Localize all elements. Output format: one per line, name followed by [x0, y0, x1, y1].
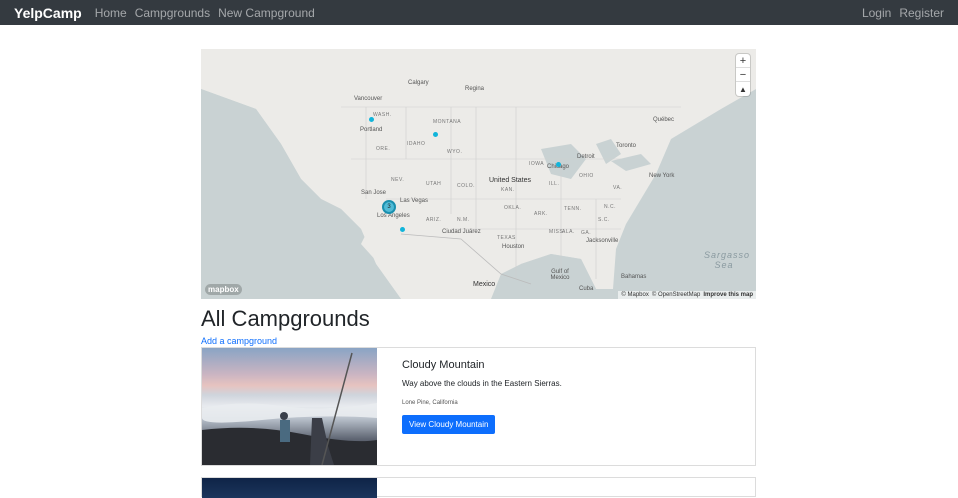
state-label: ARIZ.	[426, 217, 442, 223]
campground-card	[201, 477, 756, 498]
map-controls: + − ▲	[736, 54, 750, 96]
nav-campgrounds[interactable]: Campgrounds	[135, 6, 210, 20]
state-label: UTAH	[426, 181, 442, 187]
mapbox-logo[interactable]: mapbox	[205, 284, 242, 295]
attribution-osm[interactable]: © OpenStreetMap	[652, 292, 700, 298]
label-jacksonville: Jacksonville	[586, 238, 619, 244]
label-detroit: Detroit	[577, 154, 595, 160]
label-losangeles: Los Angeles	[377, 213, 410, 219]
zoom-in-button[interactable]: +	[736, 54, 750, 68]
attribution-mapbox[interactable]: © Mapbox	[621, 292, 648, 298]
cluster-map[interactable]: Vancouver Calgary Regina Québec Portland…	[201, 49, 756, 299]
add-campground-link[interactable]: Add a campground	[201, 336, 277, 346]
campground-location: Lone Pine, California	[402, 400, 458, 406]
label-quebec: Québec	[653, 117, 675, 123]
nav-home[interactable]: Home	[95, 6, 127, 20]
state-label: GA.	[581, 230, 592, 236]
label-calgary: Calgary	[408, 80, 429, 86]
label-sanjose: San Jose	[361, 190, 387, 196]
state-label: ILL.	[549, 181, 560, 187]
page-title: All Campgrounds	[201, 306, 370, 331]
label-mexico: Mexico	[473, 281, 496, 288]
state-label: KAN.	[501, 187, 515, 193]
state-label: IDAHO	[407, 141, 426, 147]
label-lasvegas: Las Vegas	[400, 198, 429, 204]
map-cluster[interactable]: 3	[382, 200, 396, 214]
label-ciudad: Ciudad Juárez	[442, 229, 481, 235]
state-label: WASH.	[373, 112, 392, 118]
label-houston: Houston	[502, 244, 525, 250]
state-label: IOWA	[529, 161, 545, 167]
state-label: OKLA.	[504, 205, 522, 211]
campground-title: Cloudy Mountain	[402, 359, 485, 371]
state-label: TENN.	[564, 206, 582, 212]
state-label: N.C.	[604, 204, 616, 210]
improve-map-link[interactable]: Improve this map	[703, 292, 753, 298]
map-marker[interactable]	[400, 227, 405, 232]
campground-card: Cloudy Mountain Way above the clouds in …	[201, 347, 756, 466]
map-marker[interactable]	[369, 117, 374, 122]
label-bahamas: Bahamas	[621, 274, 647, 280]
state-label: NEV.	[391, 177, 405, 183]
state-label: VA.	[613, 185, 623, 191]
map-attribution: © Mapbox © OpenStreetMap Improve this ma…	[618, 291, 756, 299]
nav-register[interactable]: Register	[899, 6, 944, 20]
label-regina: Regina	[465, 86, 485, 92]
state-label: WYO.	[447, 149, 463, 155]
navbar: YelpCamp Home Campgrounds New Campground…	[0, 0, 958, 25]
state-label: MONTANA	[433, 119, 462, 125]
label-gulf: Gulf of Mexico	[550, 269, 570, 281]
nav-login[interactable]: Login	[862, 6, 891, 20]
campground-image	[202, 348, 377, 465]
map-marker[interactable]	[433, 132, 438, 137]
state-label: ORE.	[376, 146, 391, 152]
label-united-states: United States	[489, 177, 532, 184]
nav-right: Login Register	[854, 6, 944, 20]
state-label: COLO.	[457, 183, 476, 189]
card-body: Cloudy Mountain Way above the clouds in …	[377, 348, 587, 465]
state-label: ALA.	[562, 229, 575, 235]
state-label: OHIO	[579, 173, 594, 179]
reset-bearing-button[interactable]: ▲	[736, 82, 750, 96]
label-vancouver: Vancouver	[354, 96, 383, 102]
state-label: TEXAS	[497, 235, 516, 241]
campground-photo	[202, 352, 377, 465]
label-portland: Portland	[360, 127, 383, 133]
label-cuba: Cuba	[579, 286, 594, 292]
label-newyork: New York	[649, 173, 675, 179]
label-sargasso: Sargasso Sea	[704, 250, 751, 270]
brand-logo[interactable]: YelpCamp	[14, 5, 82, 21]
state-label: S.C.	[598, 217, 610, 223]
campground-image	[202, 478, 377, 498]
zoom-out-button[interactable]: −	[736, 68, 750, 82]
view-campground-button[interactable]: View Cloudy Mountain	[402, 415, 496, 434]
state-label: N.M.	[457, 217, 470, 223]
map-marker[interactable]	[556, 162, 561, 167]
state-label: ARK.	[534, 211, 548, 217]
campground-description: Way above the clouds in the Eastern Sier…	[402, 379, 562, 388]
nav-new-campground[interactable]: New Campground	[218, 6, 315, 20]
label-toronto: Toronto	[616, 143, 637, 149]
